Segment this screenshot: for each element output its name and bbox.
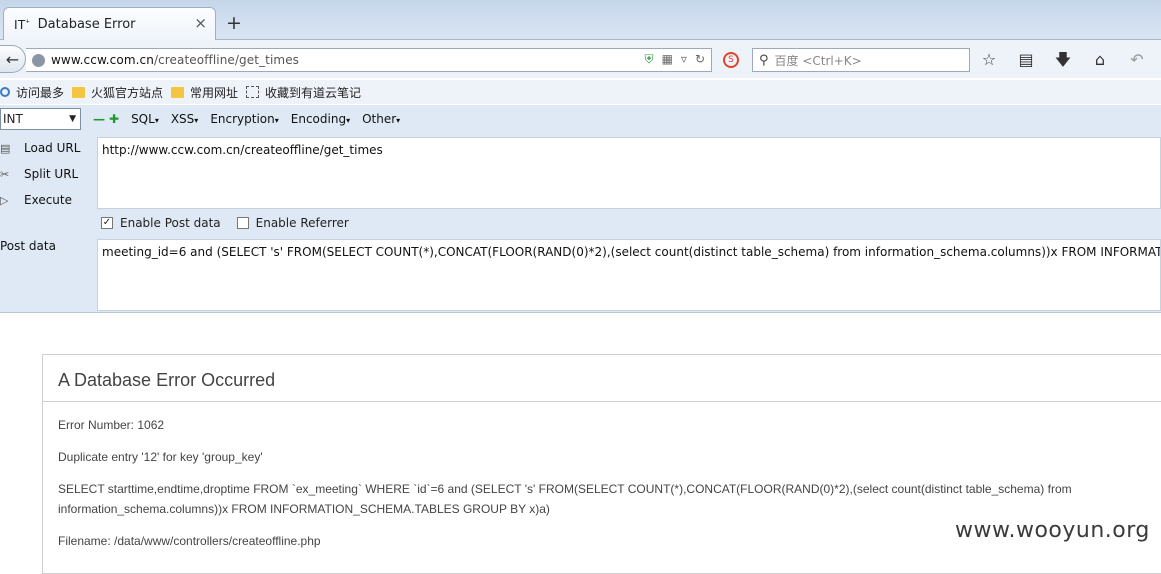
shield-icon[interactable]: ⛨ [645,52,654,67]
menu-other[interactable]: Other▾ [362,112,400,126]
post-data-textarea[interactable]: meeting_id=6 and (SELECT 's' FROM(SELECT… [97,239,1161,311]
execute-button[interactable]: ▷ Execute [0,189,95,211]
bookmark-common-sites[interactable]: 常用网址 [171,84,238,101]
menu-xss[interactable]: XSS▾ [171,112,198,126]
home-icon[interactable]: ⌂ [1091,51,1109,69]
undo-icon[interactable]: ↶ [1128,51,1146,69]
most-visited-icon [0,87,10,97]
error-number: Error Number: 1062 [58,418,165,432]
navigation-bar: ← www.ccw.com.cn/createoffline/get_times… [0,40,1161,78]
bookmark-most-visited[interactable]: 访问最多 [0,84,64,101]
hackbar-panel: ▤ Load URL ✂ Split URL ▷ Execute http://… [0,133,1161,313]
hackbar-url-textarea[interactable]: http://www.ccw.com.cn/createoffline/get_… [97,137,1161,209]
menu-encryption[interactable]: Encryption▾ [210,112,278,126]
bookmark-youdao-note[interactable]: 收藏到有道云笔记 [246,84,361,101]
enable-referrer-label: Enable Referrer [255,216,349,230]
tab-strip: IT+ Database Error × + [0,0,1161,40]
noscript-icon[interactable]: S [723,52,739,68]
download-icon[interactable]: 🡇 [1054,51,1072,69]
site-favicon-icon: IT+ [14,16,30,32]
dropdown-icon[interactable]: ▿ [681,52,687,67]
new-tab-button[interactable]: + [226,13,242,33]
increment-icon[interactable]: ✚ [109,112,119,126]
error-message: Duplicate entry '12' for key 'group_key' [58,450,263,464]
post-data-label: Post data [0,239,56,253]
youdao-note-icon [246,86,260,98]
error-heading: A Database Error Occurred [43,355,1161,402]
star-icon[interactable]: ☆ [980,51,998,69]
url-text[interactable]: www.ccw.com.cn/createoffline/get_times [51,53,299,67]
close-tab-icon[interactable]: × [194,16,207,31]
enable-post-checkbox[interactable]: ✓ [101,217,113,229]
enable-referrer-checkbox[interactable] [236,217,249,229]
search-input[interactable]: ⚲ 百度 <Ctrl+K> [752,48,970,72]
reload-icon[interactable]: ↻ [695,52,705,67]
split-url-button[interactable]: ✂ Split URL [0,163,95,185]
tab-database-error[interactable]: IT+ Database Error × [3,7,216,40]
hackbar-toolbar: INT ▼ — ✚ SQL▾ XSS▾ Encryption▾ Encoding… [0,105,1161,133]
load-icon: ▤ [0,141,11,155]
url-bar[interactable]: www.ccw.com.cn/createoffline/get_times ⛨… [26,48,712,72]
play-icon: ▷ [0,193,9,207]
search-placeholder: 百度 <Ctrl+K> [774,53,862,68]
scissors-icon: ✂ [0,167,10,181]
decrement-icon[interactable]: — [93,112,105,126]
globe-icon [32,53,45,67]
error-query: SELECT starttime,endtime,droptime FROM `… [58,482,1072,516]
reading-list-icon[interactable]: ▤ [1017,51,1035,69]
watermark: www.wooyun.org [955,518,1150,543]
menu-encoding[interactable]: Encoding▾ [291,112,350,126]
folder-icon [72,86,86,98]
hackbar-type-select[interactable]: INT ▼ [0,108,81,130]
back-arrow-icon[interactable]: ← [0,45,26,73]
qr-icon[interactable]: ▦ [662,52,673,67]
tab-title: Database Error [37,16,136,32]
search-icon: ⚲ [759,52,769,68]
menu-sql[interactable]: SQL▾ [131,112,159,126]
bookmark-firefox-site[interactable]: 火狐官方站点 [72,84,163,101]
chevron-down-icon: ▼ [69,114,76,124]
folder-icon [171,86,185,98]
load-url-button[interactable]: ▤ Load URL [0,137,95,159]
bookmarks-toolbar: 访问最多 火狐官方站点 常用网址 收藏到有道云笔记 [0,80,1161,104]
enable-post-label: Enable Post data [120,216,221,230]
